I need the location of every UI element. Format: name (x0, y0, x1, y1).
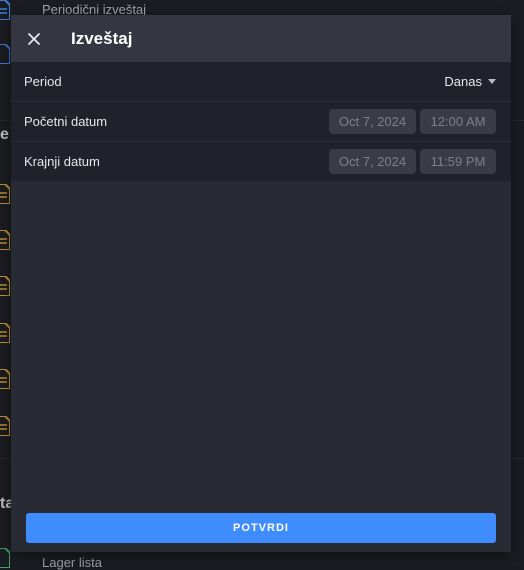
document-icon (0, 416, 10, 436)
end-date-picker[interactable]: Oct 7, 2024 (329, 149, 416, 174)
period-label: Period (24, 74, 62, 89)
document-icon (0, 44, 10, 64)
confirm-button[interactable]: POTVRDI (26, 513, 496, 543)
document-icon (0, 323, 10, 343)
start-pickers: Oct 7, 2024 12:00 AM (329, 109, 496, 134)
document-icon (0, 276, 10, 296)
end-date-label: Krajnji datum (24, 154, 100, 169)
end-pickers: Oct 7, 2024 11:59 PM (329, 149, 496, 174)
document-icon (0, 548, 10, 568)
close-button[interactable] (11, 15, 57, 62)
close-icon (28, 32, 40, 45)
period-select[interactable]: Danas (444, 74, 496, 89)
background-section-letter: e (0, 126, 9, 143)
end-time-picker[interactable]: 11:59 PM (420, 149, 496, 174)
end-date-row: Krajnji datum Oct 7, 2024 11:59 PM (11, 142, 511, 181)
report-dialog: Izveštaj Period Danas Početni datum Oct … (11, 15, 511, 552)
dialog-title: Izveštaj (71, 28, 133, 48)
start-date-picker[interactable]: Oct 7, 2024 (329, 109, 416, 134)
document-icon (0, 0, 10, 20)
chevron-down-icon (488, 79, 496, 84)
background-item-label: Lager lista (42, 555, 102, 570)
start-date-label: Početni datum (24, 114, 108, 129)
report-form: Period Danas Početni datum Oct 7, 2024 1… (11, 62, 511, 181)
start-time-picker[interactable]: 12:00 AM (420, 109, 496, 134)
period-value: Danas (444, 74, 482, 89)
document-icon (0, 230, 10, 250)
dialog-header: Izveštaj (11, 15, 511, 62)
document-icon (0, 184, 10, 204)
start-date-row: Početni datum Oct 7, 2024 12:00 AM (11, 102, 511, 142)
period-row: Period Danas (11, 62, 511, 102)
document-icon (0, 369, 10, 389)
